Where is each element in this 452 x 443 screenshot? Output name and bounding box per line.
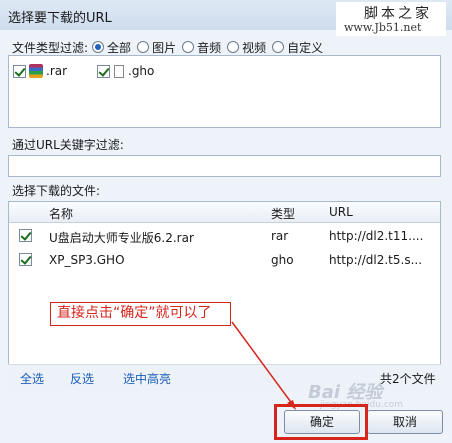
cancel-button[interactable]: 取消 [367, 410, 443, 434]
annotation-arrow [231, 321, 296, 410]
download-url-dialog: 选择要下载的URL 脚本之家 www.Jb51.net 文件类型过滤: 全部 图… [0, 0, 452, 443]
highlight-frame [274, 404, 368, 440]
